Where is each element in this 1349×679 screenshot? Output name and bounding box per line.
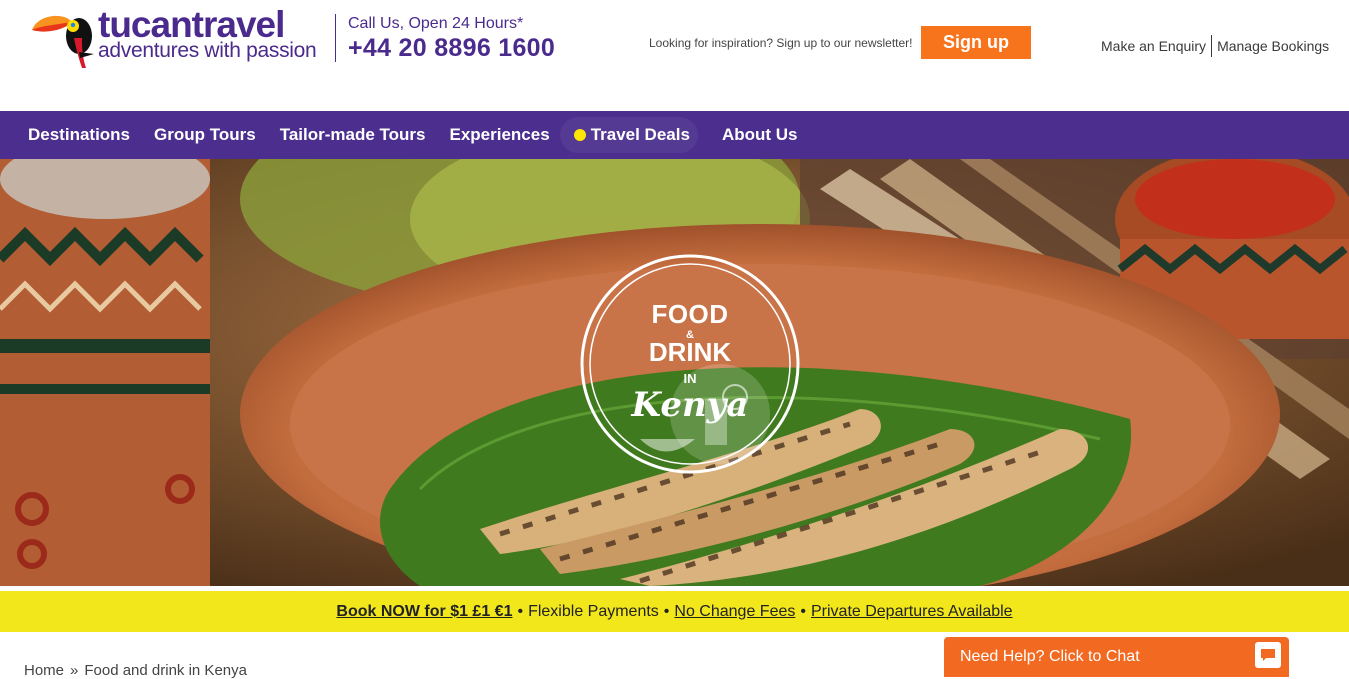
promo-bullet: • xyxy=(800,602,806,620)
chat-label: Need Help? Click to Chat xyxy=(960,648,1140,665)
logo-tagline: adventures with passion xyxy=(98,39,317,62)
site-logo[interactable]: tucantravel adventures with passion xyxy=(24,4,329,72)
top-links: Make an Enquiry Manage Bookings xyxy=(1101,35,1329,57)
nav-item-experiences[interactable]: Experiences xyxy=(450,125,550,145)
book-now-link[interactable]: Book NOW for $1 £1 €1 xyxy=(336,603,512,621)
chat-bubble-icon xyxy=(1255,642,1281,668)
food-drink-kenya-badge: FOOD & DRINK IN Kenya xyxy=(590,267,790,467)
nav-item-destinations[interactable]: Destinations xyxy=(28,125,130,145)
private-departures-link[interactable]: Private Departures Available xyxy=(811,603,1013,621)
hero-banner: FOOD & DRINK IN Kenya xyxy=(0,159,1349,586)
yellow-dot-icon xyxy=(573,129,586,141)
newsletter-prompt: Looking for inspiration? Sign up to our … xyxy=(649,36,913,50)
nav-item-travel-deals-label: Travel Deals xyxy=(590,125,690,144)
top-links-divider xyxy=(1211,35,1213,57)
flexible-payments-text: Flexible Payments xyxy=(528,602,659,620)
badge-drink-text: DRINK xyxy=(648,337,732,367)
toucan-logo-icon xyxy=(32,15,94,68)
phone-number-link[interactable]: +44 20 8896 1600 xyxy=(348,34,555,63)
main-nav: Destinations Group Tours Tailor-made Tou… xyxy=(0,111,1349,159)
make-enquiry-link[interactable]: Make an Enquiry xyxy=(1101,38,1206,54)
promo-bullet: • xyxy=(663,602,670,620)
badge-food-text: FOOD xyxy=(651,299,729,329)
no-change-fees-link[interactable]: No Change Fees xyxy=(674,603,795,621)
header-divider xyxy=(335,14,336,62)
chat-widget-button[interactable]: Need Help? Click to Chat xyxy=(944,637,1289,677)
call-label: Call Us, Open 24 Hours* xyxy=(348,15,524,32)
badge-in-text: IN xyxy=(683,371,697,386)
site-header: tucantravel adventures with passion Call… xyxy=(0,0,1349,111)
nav-item-group-tours[interactable]: Group Tours xyxy=(154,125,256,145)
nav-item-travel-deals[interactable]: Travel Deals xyxy=(559,117,698,153)
manage-bookings-link[interactable]: Manage Bookings xyxy=(1217,38,1329,54)
promo-bar: Book NOW for $1 £1 €1 • Flexible Payment… xyxy=(0,591,1349,632)
promo-bullet: • xyxy=(517,602,524,620)
logo-wordmark: tucantravel xyxy=(98,4,285,45)
nav-item-about-us[interactable]: About Us xyxy=(722,125,798,145)
newsletter-signup-button[interactable]: Sign up xyxy=(921,26,1031,59)
nav-item-tailor-made-tours[interactable]: Tailor-made Tours xyxy=(280,125,426,145)
badge-kenya-text: Kenya xyxy=(631,385,749,425)
